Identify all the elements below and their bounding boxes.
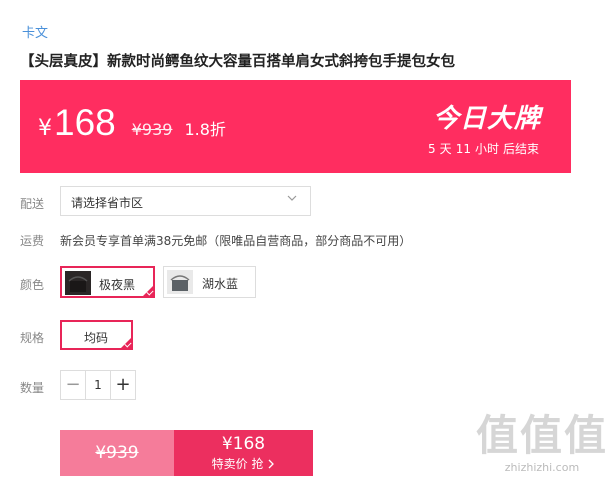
minus-icon[interactable]: − (61, 371, 86, 399)
countdown-hours: 11 (455, 142, 471, 156)
quantity-input[interactable] (85, 378, 111, 392)
promo-badge-logo: 今日大牌 (432, 104, 541, 134)
delivery-label: 配送 (20, 197, 45, 211)
site-watermark: 值值值 zhizhizhi.com (476, 402, 608, 474)
selected-check-icon (119, 336, 133, 350)
chevron-right-icon (268, 459, 275, 469)
size-option-onesize[interactable]: 均码 (60, 320, 133, 350)
shipping-label: 运费 (20, 234, 45, 248)
black-bag-thumbnail (65, 271, 91, 295)
color-option-blue[interactable]: 湖水蓝 (163, 266, 256, 298)
buy-original-price: ¥939 (60, 430, 174, 476)
price-block: ¥168 ¥939 1.8折 (38, 102, 226, 144)
buy-now-button[interactable]: ¥168 特卖价 抢 (174, 430, 313, 476)
product-title: 【头层真皮】新款时尚鳄鱼纹大容量百搭单肩女式斜挎包手提包女包 (20, 54, 455, 70)
color-option-label: 极夜黑 (99, 278, 136, 292)
current-price: 168 (54, 102, 116, 143)
color-label: 颜色 (20, 278, 45, 292)
countdown-suffix: 后结束 (502, 142, 539, 156)
size-option-label: 均码 (84, 331, 109, 345)
size-label: 规格 (20, 331, 45, 345)
brand-link[interactable]: 卡文 (22, 22, 48, 41)
currency-symbol: ¥ (38, 116, 52, 141)
region-select-placeholder: 请选择省市区 (71, 196, 144, 210)
chevron-down-icon (287, 195, 297, 201)
color-option-black[interactable]: 极夜黑 (60, 266, 155, 298)
buy-action-label: 特卖价 抢 (174, 455, 313, 472)
blue-bag-thumbnail (167, 270, 193, 294)
original-price: ¥939 (131, 120, 173, 139)
color-option-label: 湖水蓝 (202, 277, 239, 291)
countdown-timer: 5 天 11 小时 后结束 (426, 140, 541, 157)
discount-rate: 1.8折 (184, 120, 226, 139)
quantity-label: 数量 (20, 381, 45, 395)
plus-icon[interactable]: + (110, 371, 135, 399)
countdown-days-unit: 天 (439, 142, 452, 156)
quantity-stepper: − + (60, 370, 136, 400)
price-banner: ¥168 ¥939 1.8折 今日大牌 5 天 11 小时 后结束 (20, 80, 571, 173)
region-select[interactable]: 请选择省市区 (60, 186, 311, 216)
countdown-days: 5 (428, 142, 436, 156)
watermark-logo: 值值值 (475, 411, 608, 460)
buy-price: ¥168 (221, 434, 266, 454)
countdown-hours-unit: 小时 (474, 142, 499, 156)
selected-check-icon (141, 284, 155, 298)
buy-button-group: ¥939 ¥168 特卖价 抢 (60, 430, 313, 476)
shipping-info: 新会员专享首单满38元免邮（限唯品自营商品，部分商品不可用） (60, 234, 412, 248)
